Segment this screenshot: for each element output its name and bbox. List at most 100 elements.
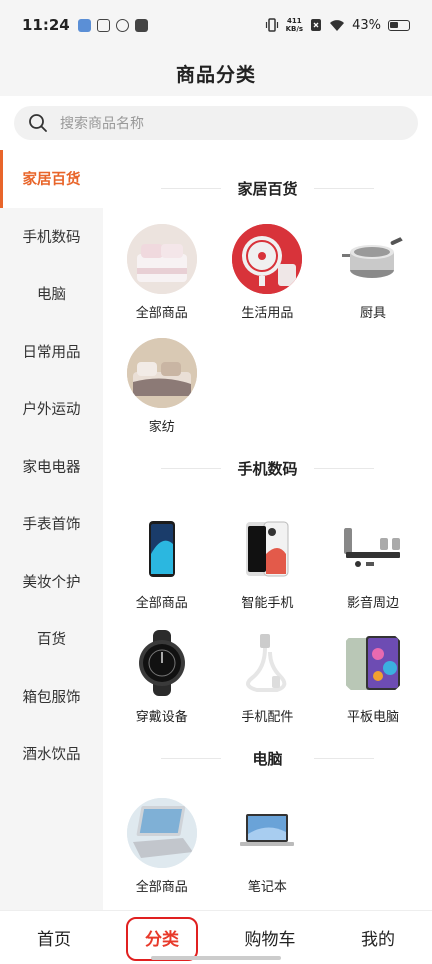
tab-label: 我的 bbox=[361, 930, 395, 950]
subcategory-grid: 全部商品 智能手机 影音周边 穿戴设备 手机配件 平板电脑 bbox=[103, 508, 432, 736]
search-icon bbox=[29, 114, 47, 132]
sidebar-item-phones-digital[interactable]: 手机数码 bbox=[0, 208, 103, 266]
subcategory-label: 穿戴设备 bbox=[135, 710, 188, 725]
bedding-image bbox=[126, 224, 197, 294]
net-speed-value: 411 bbox=[287, 17, 302, 25]
sidebar-item-label: 电脑 bbox=[37, 287, 66, 304]
subcategory-item[interactable]: 生活用品 bbox=[215, 218, 321, 332]
subcategory-item[interactable]: 平板电脑 bbox=[320, 622, 426, 736]
subcategory-label: 生活用品 bbox=[241, 306, 294, 321]
sidebar-item-appliances[interactable]: 家电电器 bbox=[0, 438, 103, 496]
header: 商品分类 bbox=[0, 50, 432, 96]
sidebar-item-label: 酒水饮品 bbox=[22, 747, 81, 764]
app-notification-icon bbox=[96, 18, 110, 32]
wifi-icon bbox=[330, 19, 345, 31]
sidebar-item-outdoor[interactable]: 户外运动 bbox=[0, 380, 103, 438]
app-notification-icon bbox=[77, 18, 91, 32]
sidebar-item-computers[interactable]: 电脑 bbox=[0, 265, 103, 323]
category-sidebar: 家居百货 手机数码 电脑 日常用品 户外运动 家电电器 手表首饰 美妆个护 百货… bbox=[0, 150, 103, 910]
subcategory-label: 全部商品 bbox=[135, 880, 188, 895]
section-header: 手机数码 bbox=[103, 448, 432, 488]
tab-home[interactable]: 首页 bbox=[0, 911, 108, 964]
home-indicator[interactable] bbox=[151, 956, 281, 960]
subcategory-grid: 全部商品 生活用品 厨具 家纺 bbox=[103, 218, 432, 446]
tab-label: 首页 bbox=[37, 930, 71, 950]
bottom-tab-bar: 首页 分类 购物车 我的 bbox=[0, 910, 432, 964]
subcategory-item[interactable]: 智能手机 bbox=[215, 508, 321, 622]
cookware-image bbox=[337, 224, 408, 294]
sidebar-item-label: 箱包服饰 bbox=[22, 689, 81, 706]
status-time: 11:24 bbox=[22, 16, 70, 34]
subcategory-label: 影音周边 bbox=[346, 596, 399, 611]
subcategory-item[interactable]: 全部商品 bbox=[109, 508, 215, 622]
tab-profile[interactable]: 我的 bbox=[324, 911, 432, 964]
sidebar-item-general[interactable]: 百货 bbox=[0, 610, 103, 668]
notification-icons bbox=[77, 18, 148, 32]
sidebar-item-label: 百货 bbox=[37, 632, 66, 649]
sidebar-item-label: 日常用品 bbox=[22, 344, 81, 361]
subcategory-item[interactable]: 笔记本 bbox=[215, 792, 321, 906]
sidebar-item-home-goods[interactable]: 家居百货 bbox=[0, 150, 103, 208]
app-notification-icon bbox=[134, 18, 148, 32]
net-speed-unit: KB/s bbox=[285, 25, 304, 33]
tab-highlight-outline bbox=[126, 917, 198, 961]
subcategory-item[interactable]: 穿戴设备 bbox=[109, 622, 215, 736]
net-speed: 411 KB/s bbox=[286, 17, 303, 33]
sidebar-item-beauty[interactable]: 美妆个护 bbox=[0, 553, 103, 611]
sidebar-item-label: 手表首饰 bbox=[22, 517, 81, 534]
subcategory-label: 家纺 bbox=[148, 420, 175, 435]
subcategory-label: 厨具 bbox=[359, 306, 386, 321]
section-title: 家居百货 bbox=[225, 177, 310, 199]
tab-label: 购物车 bbox=[244, 930, 296, 950]
subcategory-item[interactable]: 全部商品 bbox=[109, 792, 215, 906]
battery-icon bbox=[388, 19, 410, 31]
section-title: 手机数码 bbox=[225, 457, 310, 479]
sidebar-item-label: 家居百货 bbox=[22, 172, 81, 189]
phone-image bbox=[126, 514, 197, 584]
sidebar-item-bags-apparel[interactable]: 箱包服饰 bbox=[0, 668, 103, 726]
sidebar-item-daily-goods[interactable]: 日常用品 bbox=[0, 323, 103, 381]
fan-image bbox=[232, 224, 303, 294]
search-input[interactable]: 搜索商品名称 bbox=[14, 106, 418, 140]
page-title: 商品分类 bbox=[175, 63, 256, 86]
subcategory-item[interactable]: 手机配件 bbox=[215, 622, 321, 736]
section-title: 电脑 bbox=[240, 747, 295, 769]
smartwatch-image bbox=[126, 628, 197, 698]
app-notification-icon bbox=[115, 18, 129, 32]
category-content: 家居百货 全部商品 生活用品 厨具 家纺 手机数码 全部商品 智能手机 影音周边… bbox=[103, 150, 432, 910]
laptop-image bbox=[126, 798, 197, 868]
sidebar-item-label: 户外运动 bbox=[22, 402, 81, 419]
sidebar-item-watches-jewelry[interactable]: 手表首饰 bbox=[0, 495, 103, 553]
subcategory-item[interactable]: 影音周边 bbox=[320, 508, 426, 622]
bed-image bbox=[126, 338, 197, 408]
subcategory-label: 全部商品 bbox=[135, 306, 188, 321]
divider bbox=[314, 188, 374, 189]
subcategory-label: 全部商品 bbox=[135, 596, 188, 611]
no-sim-icon bbox=[311, 19, 322, 31]
search-placeholder: 搜索商品名称 bbox=[60, 116, 144, 132]
battery-percent: 43% bbox=[352, 17, 381, 33]
cable-image bbox=[232, 628, 303, 698]
section-header: 家居百货 bbox=[103, 168, 432, 208]
divider bbox=[161, 468, 221, 469]
divider bbox=[161, 758, 221, 759]
smartphone-image bbox=[232, 514, 303, 584]
subcategory-label: 平板电脑 bbox=[346, 710, 399, 725]
status-bar: 11:24 411 KB/s 43% bbox=[0, 0, 432, 50]
sidebar-item-label: 美妆个护 bbox=[22, 574, 81, 591]
speaker-image bbox=[337, 514, 408, 584]
divider bbox=[314, 758, 374, 759]
status-right: 411 KB/s 43% bbox=[265, 17, 410, 33]
sidebar-item-label: 家电电器 bbox=[22, 459, 81, 476]
subcategory-item[interactable]: 厨具 bbox=[320, 218, 426, 332]
subcategory-label: 笔记本 bbox=[247, 880, 287, 895]
sidebar-item-label: 手机数码 bbox=[22, 229, 81, 246]
subcategory-item[interactable]: 家纺 bbox=[109, 332, 215, 446]
sidebar-item-drinks[interactable]: 酒水饮品 bbox=[0, 725, 103, 783]
divider bbox=[314, 468, 374, 469]
subcategory-label: 手机配件 bbox=[241, 710, 294, 725]
subcategory-item[interactable]: 全部商品 bbox=[109, 218, 215, 332]
subcategory-label: 智能手机 bbox=[241, 596, 294, 611]
subcategory-grid: 全部商品 笔记本 bbox=[103, 792, 432, 906]
section-header: 电脑 bbox=[103, 738, 432, 778]
